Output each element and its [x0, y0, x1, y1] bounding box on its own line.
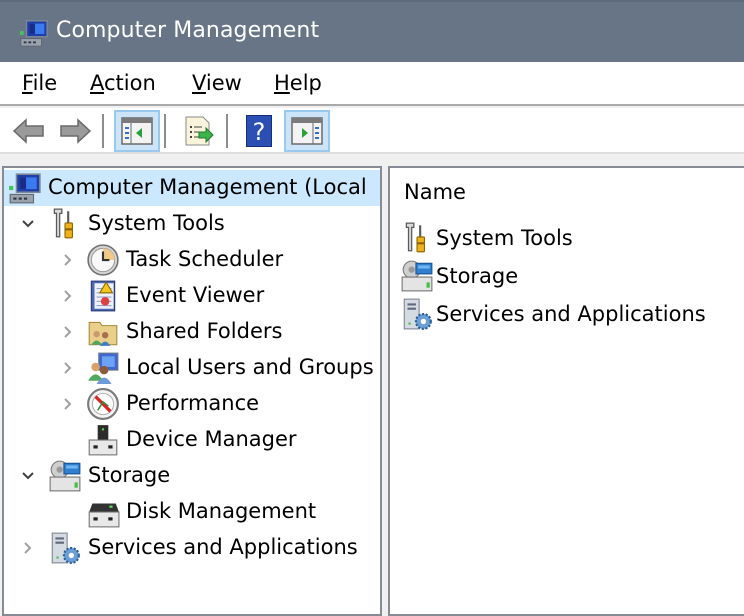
chevron-right-icon[interactable]: [60, 252, 76, 268]
tree-item-device-manager[interactable]: Device Manager: [4, 422, 380, 458]
event-viewer-icon: [86, 279, 120, 313]
storage-icon: [400, 259, 434, 293]
arrow-right-icon: [60, 118, 92, 144]
system-tools-icon: [48, 207, 82, 241]
performance-icon: [86, 387, 120, 421]
action-pane-icon: [291, 117, 323, 145]
tree-item-system-tools[interactable]: System Tools: [4, 206, 380, 242]
tree-item-performance[interactable]: Performance: [4, 386, 380, 422]
tree-item-storage[interactable]: Storage: [4, 458, 380, 494]
services-icon: [400, 297, 434, 331]
menu-help-label: elp: [289, 71, 322, 95]
device-manager-icon: [86, 423, 120, 457]
tree-item-label: Event Viewer: [126, 283, 265, 307]
toolbar-separator: [102, 114, 104, 148]
arrow-left-icon: [12, 118, 44, 144]
tree-item-label: Storage: [88, 463, 171, 487]
menu-action-mnemonic: A: [90, 71, 104, 95]
list-item-services-and-applications[interactable]: Services and Applications: [400, 296, 706, 332]
shared-folder-icon: [86, 315, 120, 349]
storage-icon: [48, 459, 82, 493]
tree-item-computer-management-local[interactable]: Computer Management (Local: [4, 170, 380, 206]
export-list-icon: [185, 116, 214, 146]
tree-item-event-viewer[interactable]: Event Viewer: [4, 278, 380, 314]
show-hide-action-pane-button[interactable]: [284, 110, 330, 152]
menu-action-label: ction: [104, 71, 156, 95]
menu-view-mnemonic: V: [192, 71, 206, 95]
menu-file-mnemonic: F: [22, 71, 33, 95]
computer-management-icon: [18, 18, 50, 48]
list-item-label: Storage: [436, 264, 519, 288]
tree-item-label: Local Users and Groups: [126, 355, 374, 379]
menu-bar: File Action View Help: [0, 62, 744, 106]
menu-view-label: iew: [205, 71, 242, 95]
disk-icon: [86, 495, 120, 529]
forward-button[interactable]: [52, 110, 98, 152]
title-bar: Computer Management: [0, 0, 744, 62]
tree-item-shared-folders[interactable]: Shared Folders: [4, 314, 380, 350]
tree-item-label: Services and Applications: [88, 535, 358, 559]
tree-item-label: System Tools: [88, 211, 225, 235]
results-pane: Name System Tools Storage Services and App…: [388, 166, 744, 616]
list-item-system-tools[interactable]: System Tools: [400, 220, 573, 256]
toolbar-separator: [164, 114, 166, 148]
list-item-label: Services and Applications: [436, 302, 706, 326]
chevron-right-icon[interactable]: [20, 540, 36, 556]
list-item-storage[interactable]: Storage: [400, 258, 518, 294]
list-item-label: System Tools: [436, 226, 573, 250]
toolbar: ?: [0, 108, 744, 154]
menu-file-label: ile: [32, 71, 58, 95]
tree-item-label: Shared Folders: [126, 319, 283, 343]
menu-help[interactable]: Help: [274, 71, 322, 95]
chevron-down-icon[interactable]: [20, 216, 36, 232]
toolbar-separator: [226, 114, 228, 148]
chevron-down-icon[interactable]: [20, 468, 36, 484]
export-list-button[interactable]: [176, 110, 222, 152]
window-title: Computer Management: [56, 18, 320, 43]
column-header-name[interactable]: Name: [404, 180, 466, 204]
chevron-right-icon[interactable]: [60, 324, 76, 340]
show-hide-console-tree-button[interactable]: [114, 110, 160, 152]
clock-icon: [86, 243, 120, 277]
menu-action[interactable]: Action: [90, 71, 156, 95]
menu-file[interactable]: File: [22, 71, 57, 95]
console-tree-pane: Computer Management (Local System Tools Ta…: [2, 166, 382, 616]
menu-help-mnemonic: H: [274, 71, 290, 95]
tree-item-label: Disk Management: [126, 499, 317, 523]
tree-item-task-scheduler[interactable]: Task Scheduler: [4, 242, 380, 278]
console-tree-icon: [121, 117, 153, 145]
help-icon: ?: [246, 115, 272, 147]
tree-item-label: Performance: [126, 391, 260, 415]
menu-view[interactable]: View: [192, 71, 242, 95]
tree-item-label: Device Manager: [126, 427, 297, 451]
help-button[interactable]: ?: [236, 110, 282, 152]
svg-text:?: ?: [253, 118, 266, 146]
services-icon: [48, 531, 82, 565]
users-icon: [86, 351, 120, 385]
chevron-right-icon[interactable]: [60, 396, 76, 412]
back-button[interactable]: [6, 110, 52, 152]
tree-item-label: Task Scheduler: [126, 247, 284, 271]
computer-management-icon: [8, 171, 42, 205]
chevron-right-icon[interactable]: [60, 288, 76, 304]
tree-item-services-and-applications[interactable]: Services and Applications: [4, 530, 380, 566]
chevron-right-icon[interactable]: [60, 360, 76, 376]
tree-item-disk-management[interactable]: Disk Management: [4, 494, 380, 530]
tree-item-label: Computer Management (Local: [48, 175, 367, 199]
tree-item-local-users-and-groups[interactable]: Local Users and Groups: [4, 350, 380, 386]
system-tools-icon: [400, 221, 434, 255]
